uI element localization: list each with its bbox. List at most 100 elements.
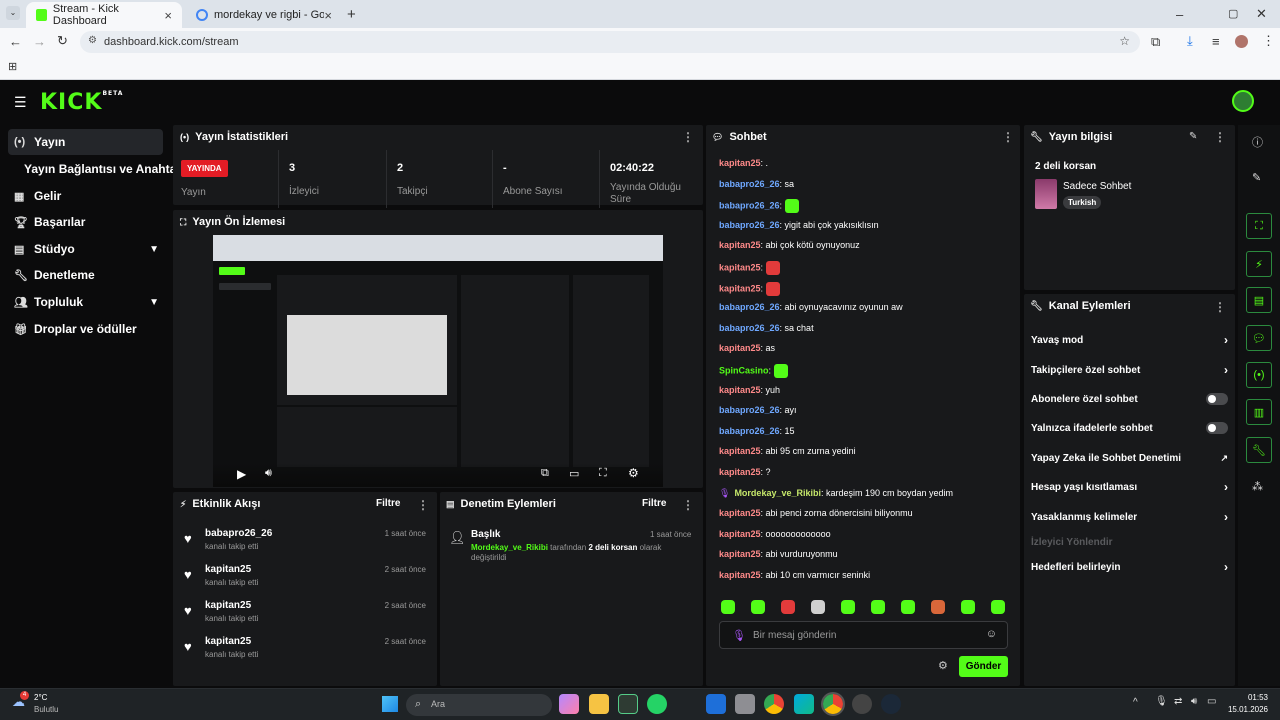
- close-tab-icon[interactable]: ×: [164, 8, 172, 23]
- quick-emote-icon[interactable]: [931, 600, 945, 614]
- store-icon[interactable]: [735, 694, 755, 714]
- edge-icon[interactable]: [794, 694, 814, 714]
- tab-google-search[interactable]: mordekay ve rigbi - Google'da ×: [186, 2, 342, 28]
- chat-username[interactable]: kapitan25: [719, 570, 761, 580]
- channel-action-item[interactable]: Yavaş mod ›: [1031, 330, 1228, 350]
- chat-username[interactable]: Mordekay_ve_Rikibi: [734, 488, 821, 498]
- copilot-icon[interactable]: [559, 694, 579, 714]
- mail-icon[interactable]: [706, 694, 726, 714]
- chat-username[interactable]: babapro26_26: [719, 405, 780, 415]
- channel-action-item[interactable]: Yalnızca ifadelerle sohbet: [1031, 418, 1228, 438]
- battery-icon[interactable]: ▭: [1207, 696, 1216, 707]
- event-user-name[interactable]: babapro26_26: [205, 528, 272, 539]
- chat-settings-icon[interactable]: ⚙: [938, 659, 948, 672]
- category-name[interactable]: Sadece Sohbet: [1063, 181, 1131, 192]
- minimize-icon[interactable]: –: [1176, 7, 1183, 22]
- chat-username[interactable]: babapro26_26: [719, 179, 780, 189]
- tab-stream-kick-dashboard[interactable]: Stream - Kick Dashboard ×: [26, 2, 182, 28]
- kick-logo[interactable]: KICKBETA: [40, 90, 123, 115]
- whatsapp-icon[interactable]: [647, 694, 667, 714]
- channel-actions-more-icon[interactable]: ⋮: [1214, 300, 1226, 314]
- quick-emote-icon[interactable]: [811, 600, 825, 614]
- new-tab-plus-icon[interactable]: +: [347, 6, 356, 23]
- chat-username[interactable]: kapitan25: [719, 508, 761, 518]
- back-icon[interactable]: ←: [9, 34, 22, 49]
- sidebar-item-studyo[interactable]: ▤ Stüdyo ▼: [8, 236, 163, 262]
- media-control-icon[interactable]: ≡: [1212, 34, 1220, 49]
- sidebar-item-basarilar[interactable]: 🏆︎ Başarılar: [8, 209, 163, 235]
- volume-icon[interactable]: 🔊︎: [265, 467, 272, 480]
- sidebar-item-denetleme[interactable]: 🔧︎ Denetleme: [8, 262, 163, 288]
- event-user-name[interactable]: kapitan25: [205, 636, 251, 647]
- chrome-icon[interactable]: [764, 694, 784, 714]
- info-icon[interactable]: ⓘ: [1252, 134, 1263, 150]
- chat-username[interactable]: kapitan25: [719, 529, 761, 539]
- bookmark-star-icon[interactable]: ☆: [1119, 34, 1130, 48]
- chat-username[interactable]: kapitan25: [719, 262, 761, 272]
- settings-gear-icon[interactable]: ⚙: [628, 466, 639, 480]
- chat-username[interactable]: kapitan25: [719, 549, 761, 559]
- channel-action-item[interactable]: Yasaklanmış kelimeler ›: [1031, 507, 1228, 527]
- stream-info-more-icon[interactable]: ⋮: [1214, 130, 1226, 144]
- quick-emote-icon[interactable]: [721, 600, 735, 614]
- apps-grid-icon[interactable]: ⊞: [8, 60, 17, 73]
- stats-more-icon[interactable]: ⋮: [682, 130, 694, 144]
- quick-emote-icon[interactable]: [781, 600, 795, 614]
- chat-username[interactable]: kapitan25: [719, 343, 761, 353]
- sidebar-item-gelir[interactable]: ▦ Gelir: [8, 183, 163, 209]
- broadcast-toggle-icon[interactable]: (•): [1246, 362, 1272, 388]
- chat-username[interactable]: kapitan25: [719, 467, 761, 477]
- preview-toggle-icon[interactable]: ⛶: [1246, 213, 1272, 239]
- emoji-picker-icon[interactable]: ☺: [986, 628, 997, 640]
- hamburger-menu-icon[interactable]: ☰: [14, 94, 27, 111]
- close-window-icon[interactable]: ✕: [1256, 6, 1267, 22]
- pip-icon[interactable]: ⧉: [541, 467, 549, 480]
- channel-action-item[interactable]: Abonelere özel sohbet: [1031, 389, 1228, 409]
- sidebar-item-topluluk[interactable]: 👥︎ Topluluk ▼: [8, 289, 163, 315]
- maximize-icon[interactable]: ▢: [1228, 7, 1238, 20]
- site-info-icon[interactable]: ⚙: [88, 35, 97, 46]
- clock-date[interactable]: 15.01.2026: [1220, 705, 1268, 714]
- channel-action-item[interactable]: Hesap yaşı kısıtlaması ›: [1031, 477, 1228, 497]
- chat-username[interactable]: kapitan25: [719, 446, 761, 456]
- edit-icon[interactable]: ✎: [1252, 171, 1261, 184]
- network-icon[interactable]: ⇄: [1174, 696, 1182, 707]
- moderation-more-icon[interactable]: ⋮: [682, 498, 694, 512]
- wrench-toggle-icon[interactable]: 🔧︎: [1246, 437, 1272, 463]
- chat-username[interactable]: kapitan25: [719, 158, 761, 168]
- obs-icon[interactable]: [852, 694, 872, 714]
- chat-input-box[interactable]: 🎙︎ Bir mesaj gönderin ☺: [719, 621, 1008, 649]
- quick-emote-icon[interactable]: [991, 600, 1005, 614]
- reload-icon[interactable]: ↻: [57, 33, 68, 49]
- sidebar-item-droplar[interactable]: 🎁︎ Droplar ve ödüller: [8, 316, 163, 342]
- moderation-filter-button[interactable]: Filtre: [642, 498, 666, 509]
- quick-emote-icon[interactable]: [871, 600, 885, 614]
- url-field[interactable]: ⚙ dashboard.kick.com/stream ☆: [80, 31, 1140, 53]
- close-tab-icon[interactable]: ×: [324, 8, 332, 23]
- chat-username[interactable]: babapro26_26: [719, 323, 780, 333]
- stream-preview-video[interactable]: ▶ 🔊︎ ⧉ ▭ ⛶ ⚙: [213, 235, 663, 487]
- browser-menu-icon[interactable]: ⋮: [1262, 33, 1275, 49]
- forward-icon[interactable]: →: [33, 34, 46, 49]
- send-button[interactable]: Gönder: [959, 656, 1008, 677]
- taskbar-search[interactable]: ⌕ Ara: [406, 694, 552, 716]
- event-user-name[interactable]: kapitan25: [205, 564, 251, 575]
- microphone-icon[interactable]: 🎙︎: [1155, 696, 1168, 707]
- user-avatar[interactable]: [1232, 90, 1254, 112]
- channel-action-item[interactable]: Hedefleri belirleyin ›: [1031, 557, 1228, 577]
- event-user-name[interactable]: kapitan25: [205, 600, 251, 611]
- channel-action-item[interactable]: Yapay Zeka ile Sohbet Denetimi ↗: [1031, 448, 1228, 468]
- chat-more-icon[interactable]: ⋮: [1002, 130, 1014, 144]
- profile-avatar[interactable]: [1235, 35, 1248, 48]
- quick-emote-icon[interactable]: [961, 600, 975, 614]
- toggle-switch[interactable]: [1206, 393, 1228, 405]
- add-widget-icon[interactable]: ⁂: [1252, 480, 1263, 493]
- windows-start-icon[interactable]: [382, 696, 398, 712]
- chat-username[interactable]: kapitan25: [719, 283, 761, 293]
- volume-icon[interactable]: 🔊︎: [1191, 696, 1197, 707]
- file-explorer-icon[interactable]: [589, 694, 609, 714]
- toggle-switch[interactable]: [1206, 422, 1228, 434]
- theater-icon[interactable]: ▭: [569, 467, 579, 480]
- activity-filter-button[interactable]: Filtre: [376, 498, 400, 509]
- chat-username[interactable]: SpinCasino: [719, 365, 769, 375]
